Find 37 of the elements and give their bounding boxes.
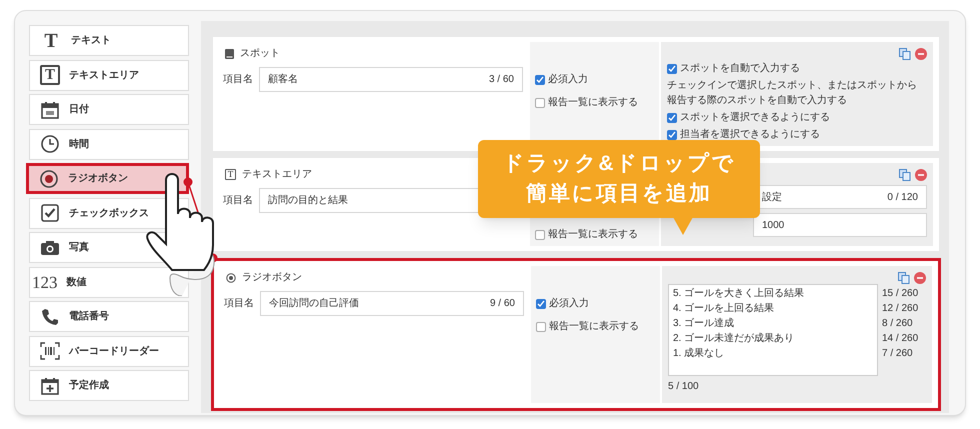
number-icon: 123 <box>32 274 58 290</box>
field-type-label: テキストエリア <box>69 68 139 82</box>
field-label: 項目名 <box>223 194 253 208</box>
character-count: 14 / 260 <box>882 332 918 346</box>
option-label: スポットを自動で入力する <box>680 62 800 76</box>
field-type-label: 時間 <box>69 138 89 152</box>
option-label: 報告一覧に表示する <box>548 228 638 242</box>
boxed-t-icon: T <box>40 65 60 85</box>
field-type-label: 数値 <box>66 276 86 290</box>
character-count: 12 / 260 <box>882 302 918 316</box>
field-type-label: バーコードリーダー <box>69 344 159 358</box>
card-title: テキストエリア <box>242 168 312 182</box>
field-type-label: テキスト <box>71 34 111 48</box>
option-description: チェックインで選択したスポット、またはスポットから報告する際のスポットを自動で入力する <box>667 79 917 108</box>
option-label: 担当者を選択できるようにする <box>680 128 820 142</box>
option-label: 報告一覧に表示する <box>549 320 639 334</box>
option-label: 必須入力 <box>549 296 589 311</box>
field-type-label: 電話番号 <box>69 310 109 324</box>
field-label: 項目名 <box>224 297 254 311</box>
boxed-t-icon: T <box>225 169 236 180</box>
character-count: 8 / 260 <box>882 317 914 331</box>
option-label: スポットを選択できるようにする <box>680 111 830 125</box>
character-count: 7 / 260 <box>882 347 914 361</box>
field-type-label: 予定作成 <box>69 378 109 393</box>
card-title: スポット <box>240 47 280 61</box>
field-type-label: チェックボックス <box>69 206 149 220</box>
choice-count: 5 / 100 <box>668 380 699 394</box>
card-title: ラジオボタン <box>242 271 302 285</box>
letter-t-icon: T <box>40 30 62 50</box>
callout-tooltip: ドラック&ドロップで 簡単に項目を追加 <box>478 140 760 218</box>
field-type-label: ラジオボタン <box>68 172 128 186</box>
option-label: 必須入力 <box>548 72 588 87</box>
field-type-label: 写真 <box>69 240 89 255</box>
field-label: 項目名 <box>223 73 253 87</box>
field-type-label: 日付 <box>69 102 89 117</box>
character-count: 15 / 260 <box>882 287 918 301</box>
option-label: 報告一覧に表示する <box>548 96 638 110</box>
